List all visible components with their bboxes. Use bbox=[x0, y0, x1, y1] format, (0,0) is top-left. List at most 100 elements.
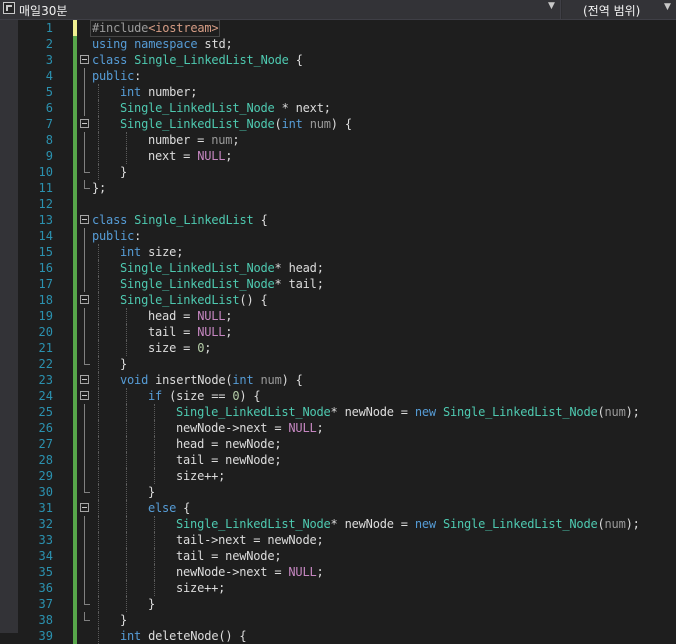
code-text[interactable]: void insertNode(int num) { bbox=[120, 372, 303, 388]
code-line[interactable]: 29 size++; bbox=[0, 468, 676, 484]
code-text[interactable]: class Single_LinkedList_Node { bbox=[92, 52, 303, 68]
indent-guide bbox=[154, 548, 155, 564]
code-line[interactable]: 30} bbox=[0, 484, 676, 500]
code-line[interactable]: 23 void insertNode(int num) { bbox=[0, 372, 676, 388]
code-line[interactable]: 35 newNode->next = NULL; bbox=[0, 564, 676, 580]
code-text[interactable]: tail->next = newNode; bbox=[176, 532, 324, 548]
collapse-icon[interactable] bbox=[80, 55, 89, 64]
code-text[interactable]: Single_LinkedList() { bbox=[120, 292, 268, 308]
code-text[interactable]: head = newNode; bbox=[176, 436, 282, 452]
code-line[interactable]: 20 tail = NULL; bbox=[0, 324, 676, 340]
code-text[interactable]: tail = NULL; bbox=[148, 324, 233, 340]
code-line[interactable]: 16 Single_LinkedList_Node* head; bbox=[0, 260, 676, 276]
code-line[interactable]: 21 size = 0; bbox=[0, 340, 676, 356]
code-token: else bbox=[148, 501, 177, 515]
code-line[interactable]: 1 #include<iostream> bbox=[0, 20, 676, 37]
code-line[interactable]: 10} bbox=[0, 164, 676, 180]
collapse-icon[interactable] bbox=[80, 119, 89, 128]
code-editor[interactable]: 1 #include<iostream> 2 using namespace std;… bbox=[0, 20, 676, 644]
code-text[interactable]: Single_LinkedList_Node * next; bbox=[120, 100, 331, 116]
fold-line bbox=[84, 564, 85, 580]
code-text[interactable]: tail = newNode; bbox=[176, 548, 282, 564]
code-line[interactable]: 15 int size; bbox=[0, 244, 676, 260]
collapse-icon[interactable] bbox=[80, 391, 89, 400]
code-token: } bbox=[148, 485, 156, 499]
code-line[interactable]: 4 public: bbox=[0, 68, 676, 84]
collapse-icon[interactable] bbox=[80, 215, 89, 224]
code-line[interactable]: 33 tail->next = newNode; bbox=[0, 532, 676, 548]
code-text[interactable]: class Single_LinkedList { bbox=[92, 212, 268, 228]
code-text[interactable]: number = num; bbox=[148, 132, 240, 148]
code-text[interactable]: int number; bbox=[120, 84, 197, 100]
code-line[interactable]: 7 Single_LinkedList_Node(int num) { bbox=[0, 116, 676, 132]
code-text[interactable]: } bbox=[120, 164, 127, 180]
code-text[interactable]: newNode->next = NULL; bbox=[176, 564, 324, 580]
code-line[interactable]: 19 head = NULL; bbox=[0, 308, 676, 324]
chevron-down-icon[interactable]: ▼ bbox=[664, 2, 671, 12]
code-line[interactable]: 31 else { bbox=[0, 500, 676, 516]
code-text[interactable]: int deleteNode() { bbox=[120, 628, 247, 644]
code-line[interactable]: 26 newNode->next = NULL; bbox=[0, 420, 676, 436]
code-text[interactable]: else { bbox=[148, 500, 190, 516]
code-line[interactable]: 18 Single_LinkedList() { bbox=[0, 292, 676, 308]
code-text[interactable]: if (size == 0) { bbox=[148, 388, 261, 404]
code-text[interactable]: int size; bbox=[120, 244, 183, 260]
line-number: 1 bbox=[45, 21, 53, 35]
code-line[interactable]: 28 tail = newNode; bbox=[0, 452, 676, 468]
code-line[interactable]: 9 next = NULL; bbox=[0, 148, 676, 164]
code-text[interactable]: public: bbox=[92, 68, 141, 84]
code-text[interactable]: } bbox=[148, 596, 155, 612]
code-line[interactable]: 11}; bbox=[0, 180, 676, 196]
code-text[interactable]: head = NULL; bbox=[148, 308, 233, 324]
code-line[interactable]: 5 int number; bbox=[0, 84, 676, 100]
code-token: tail->next = newNode; bbox=[176, 533, 324, 547]
code-text[interactable]: Single_LinkedList_Node(int num) { bbox=[120, 116, 352, 132]
fold-end-marker bbox=[84, 180, 90, 189]
code-line[interactable]: 24 if (size == 0) { bbox=[0, 388, 676, 404]
code-text[interactable]: Single_LinkedList_Node* newNode = new Si… bbox=[176, 404, 640, 420]
line-number: 15 bbox=[38, 245, 53, 259]
code-line[interactable]: 17 Single_LinkedList_Node* tail; bbox=[0, 276, 676, 292]
code-line[interactable]: 38} bbox=[0, 612, 676, 628]
collapse-icon[interactable] bbox=[80, 295, 89, 304]
code-line[interactable]: 27 head = newNode; bbox=[0, 436, 676, 452]
code-text[interactable]: size++; bbox=[176, 468, 225, 484]
line-number: 25 bbox=[38, 405, 53, 419]
code-line[interactable]: 2 using namespace std; bbox=[0, 36, 676, 52]
code-text[interactable]: Single_LinkedList_Node* tail; bbox=[120, 276, 324, 292]
code-text[interactable]: Single_LinkedList_Node* head; bbox=[120, 260, 324, 276]
code-line[interactable]: 6 Single_LinkedList_Node * next; bbox=[0, 100, 676, 116]
code-line[interactable]: 14 public: bbox=[0, 228, 676, 244]
code-line[interactable]: 12 bbox=[0, 196, 676, 212]
code-text[interactable]: }; bbox=[92, 180, 106, 196]
code-line[interactable]: 8 number = num; bbox=[0, 132, 676, 148]
indent-guide bbox=[98, 356, 99, 372]
code-text[interactable]: public: bbox=[92, 228, 141, 244]
code-text[interactable]: } bbox=[120, 612, 127, 628]
code-line[interactable]: 34 tail = newNode; bbox=[0, 548, 676, 564]
code-line[interactable]: 39 int deleteNode() { bbox=[0, 628, 676, 644]
code-text[interactable]: size = 0; bbox=[148, 340, 211, 356]
collapse-icon[interactable] bbox=[80, 503, 89, 512]
code-text[interactable]: newNode->next = NULL; bbox=[176, 420, 324, 436]
code-line[interactable]: 32 Single_LinkedList_Node* newNode = new … bbox=[0, 516, 676, 532]
code-line[interactable]: 3 class Single_LinkedList_Node { bbox=[0, 52, 676, 68]
code-text[interactable]: tail = newNode; bbox=[176, 452, 282, 468]
code-line[interactable]: 22} bbox=[0, 356, 676, 372]
code-line[interactable]: 37} bbox=[0, 596, 676, 612]
code-text[interactable]: next = NULL; bbox=[148, 148, 233, 164]
code-text[interactable]: } bbox=[120, 356, 127, 372]
code-line[interactable]: 25 Single_LinkedList_Node* newNode = new … bbox=[0, 404, 676, 420]
code-text[interactable]: } bbox=[148, 484, 155, 500]
chevron-down-icon[interactable]: ▼ bbox=[548, 1, 555, 11]
code-line[interactable]: 36 size++; bbox=[0, 580, 676, 596]
code-text[interactable]: Single_LinkedList_Node* newNode = new Si… bbox=[176, 516, 640, 532]
project-dropdown[interactable]: 매일30분 ▼ bbox=[0, 0, 561, 19]
change-indicator bbox=[73, 20, 77, 36]
code-line[interactable]: 13 class Single_LinkedList { bbox=[0, 212, 676, 228]
code-text[interactable]: size++; bbox=[176, 580, 225, 596]
code-text[interactable]: using namespace std; bbox=[92, 36, 233, 52]
scope-dropdown[interactable]: (전역 범위) ▼ bbox=[562, 0, 676, 19]
collapse-icon[interactable] bbox=[80, 375, 89, 384]
